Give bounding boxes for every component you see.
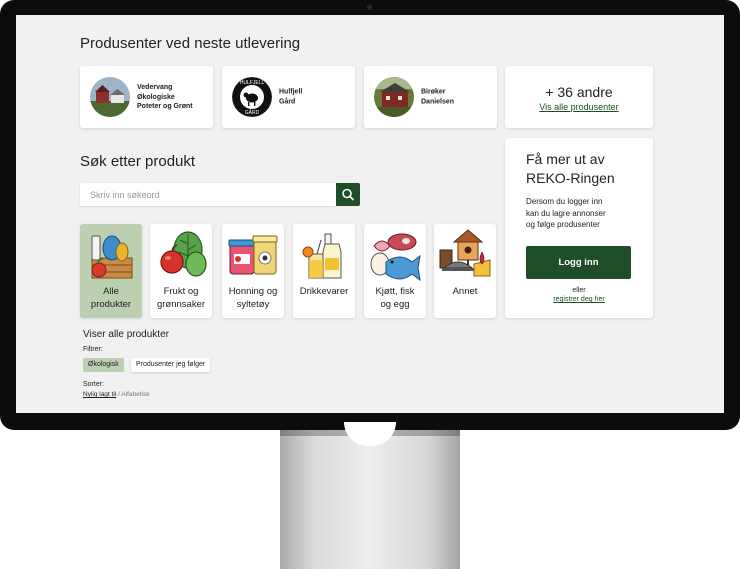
producer-avatar-icon [90, 77, 130, 117]
producer-avatar-icon [374, 77, 414, 117]
svg-text:HULFJELL: HULFJELL [240, 80, 265, 86]
category-all-products[interactable]: Alle produkter [80, 224, 142, 318]
producer-name: Vedervang Økologiske Poteter og Grønt [137, 83, 193, 110]
sort-alphabetical-option[interactable]: Alfabetisk [121, 391, 149, 398]
category-label: Frukt og grønnsaker [156, 286, 206, 310]
producer-card-danielsen[interactable]: Birøker Danielsen [364, 66, 497, 128]
login-promo-title: Få mer ut av REKO-Ringen [526, 151, 615, 186]
filter-followed-producers-chip[interactable]: Produsenter jeg følger [131, 358, 211, 372]
category-label: Annet [452, 286, 478, 297]
bottle-juice-icon [302, 233, 342, 279]
birdhouse-cheese-icon [439, 229, 491, 277]
category-honey-jam[interactable]: Honning og syltetøy [222, 224, 284, 318]
monitor-stand [280, 422, 460, 569]
view-all-producers-link[interactable]: Vis alle produsenter [505, 102, 653, 112]
sort-options: Nylig lagt til / Alfabetisk [83, 391, 149, 398]
sort-recent-option[interactable]: Nylig lagt til [83, 391, 116, 398]
producer-card-vedervang[interactable]: Vedervang Økologiske Poteter og Grønt [80, 66, 213, 128]
category-meat-fish-eggs[interactable]: Kjøtt, fisk og egg [364, 224, 426, 318]
screen: Produsenter ved neste utlevering Vederva… [16, 15, 724, 413]
category-label: Honning og syltetøy [228, 286, 278, 310]
category-other[interactable]: Annet [434, 224, 496, 318]
register-link[interactable]: registrer deg her [505, 296, 653, 303]
sort-label: Sorter: [83, 381, 105, 388]
search-icon [342, 188, 354, 201]
filter-label: Filtrer: [83, 346, 103, 353]
filter-organic-chip[interactable]: Økologisk [83, 358, 124, 372]
category-label: Kjøtt, fisk og egg [375, 286, 415, 310]
monitor-bezel: Produsenter ved neste utlevering Vederva… [0, 0, 740, 430]
apple-spinach-icon [160, 231, 207, 277]
login-promo-text: Dersom du logger inn kan du lagre annons… [526, 197, 606, 229]
login-button[interactable]: Logg inn [526, 246, 631, 279]
svg-text:GÅRD: GÅRD [245, 109, 260, 116]
category-label: Drikkevarer [299, 286, 349, 297]
producer-name: Hulfjell Gård [279, 88, 303, 106]
search-button[interactable] [336, 183, 360, 206]
category-label: Alle produkter [90, 286, 132, 310]
listing-title: Viser alle produkter [83, 329, 169, 340]
search-heading: Søk etter produkt [80, 153, 196, 170]
stand-cable-hole [344, 422, 396, 446]
more-producers-count: + 36 andre [545, 84, 613, 100]
jam-jars-icon [228, 235, 278, 275]
search-input[interactable] [80, 183, 336, 206]
producers-heading: Produsenter ved neste utlevering [80, 35, 301, 52]
category-fruit-vegetables[interactable]: Frukt og grønnsaker [150, 224, 212, 318]
producer-name: Birøker Danielsen [421, 88, 455, 106]
hulfjell-logo-icon: HULFJELL GÅRD [232, 77, 272, 117]
login-or-text: eller [572, 287, 586, 294]
meat-fish-egg-icon [370, 233, 421, 282]
more-producers-card: + 36 andre Vis alle produsenter [505, 66, 653, 128]
camera-dot [367, 5, 372, 10]
login-promo-card: Få mer ut av REKO-Ringen Dersom du logge… [505, 138, 653, 318]
vegetable-crate-icon [91, 235, 133, 279]
producer-card-hulfjell[interactable]: HULFJELL GÅRD Hulfjell Gård [222, 66, 355, 128]
category-drinks[interactable]: Drikkevarer [293, 224, 355, 318]
